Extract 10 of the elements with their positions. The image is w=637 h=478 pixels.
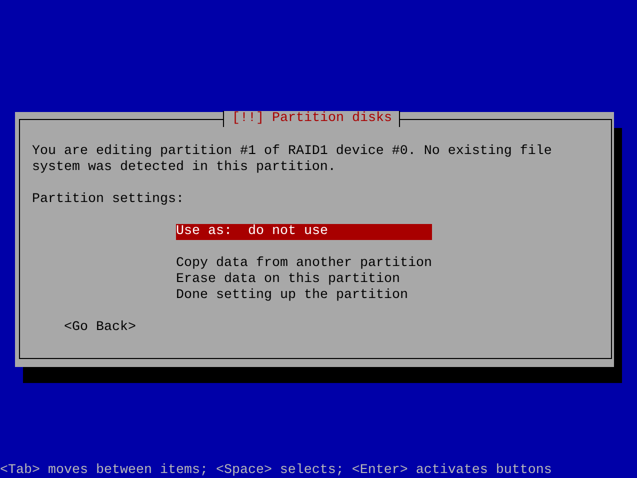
go-back-button[interactable]: <Go Back>: [64, 320, 136, 336]
menu-item[interactable]: Done setting up the partition: [176, 288, 432, 304]
settings-label: Partition settings:: [32, 192, 185, 208]
message-line: system was detected in this partition.: [32, 160, 337, 176]
message-line: You are editing partition #1 of RAID1 device #0. No existing file: [32, 144, 553, 160]
menu-item[interactable]: Copy data from another partition: [176, 256, 432, 272]
dialog-title: [!!] Partition disks: [223, 111, 400, 127]
menu-item[interactable]: Use as: do not use: [176, 224, 432, 240]
help-line: <Tab> moves between items; <Space> selects; <Enter> activates buttons: [0, 464, 553, 478]
menu-item[interactable]: Erase data on this partition: [176, 272, 432, 288]
